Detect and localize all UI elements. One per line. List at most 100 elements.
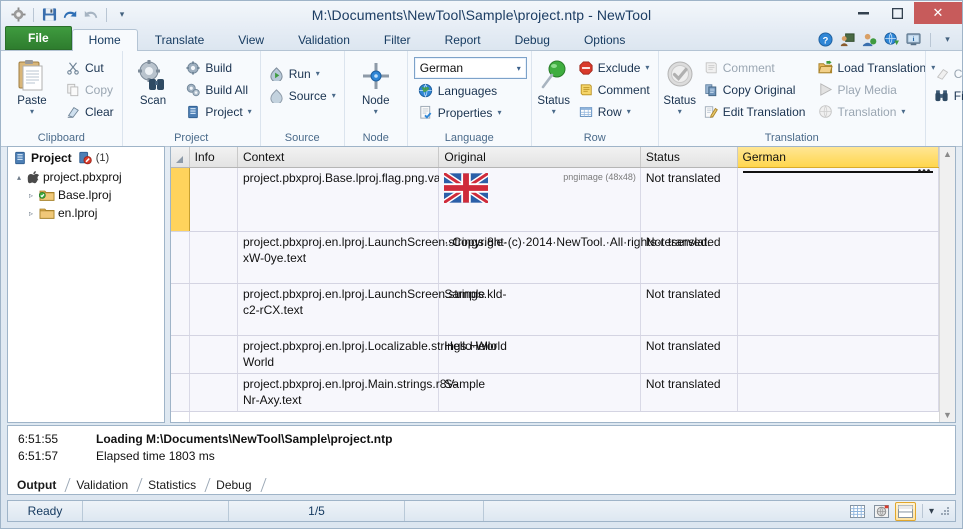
- cell-status[interactable]: Not translated: [640, 231, 738, 284]
- tab-report[interactable]: Report: [428, 29, 498, 51]
- translation-editor[interactable]: •••: [742, 166, 933, 177]
- cell-original[interactable]: Hello·World: [438, 335, 641, 374]
- tab-validation[interactable]: Validation: [281, 29, 367, 51]
- row-selector[interactable]: [171, 283, 190, 336]
- save-icon[interactable]: [40, 6, 58, 24]
- node-button[interactable]: Node ▾: [349, 56, 403, 116]
- presenter-icon[interactable]: [839, 31, 856, 48]
- close-button[interactable]: ✕: [914, 2, 962, 24]
- tree-node-base-lproj[interactable]: ▹ Base.lproj: [8, 186, 164, 204]
- language-combo[interactable]: German ▾: [413, 57, 527, 79]
- tab-validation-output[interactable]: Validation: [66, 476, 143, 495]
- row-status-caret-icon[interactable]: ▾: [552, 108, 556, 116]
- clear-button[interactable]: Clear: [61, 101, 118, 122]
- grid-vertical-scrollbar[interactable]: ▲ ▼: [939, 147, 955, 422]
- cell-context[interactable]: project.pbxproj.en.lproj.Main.strings.r8…: [237, 373, 458, 412]
- web-view-icon[interactable]: [871, 502, 892, 521]
- cell-context[interactable]: project.pbxproj.Base.lproj.flag.png.valu…: [237, 167, 456, 232]
- table-row[interactable]: project.pbxproj.en.lproj.LaunchScreen.st…: [171, 231, 939, 284]
- maximize-button[interactable]: [880, 2, 914, 24]
- table-row[interactable]: project.pbxproj.Base.lproj.flag.png.valu…: [171, 166, 939, 232]
- undo-icon[interactable]: [61, 6, 79, 24]
- split-view-icon[interactable]: [894, 501, 916, 521]
- cell-info[interactable]: [189, 231, 238, 284]
- cell-context[interactable]: project.pbxproj.en.lproj.LaunchScreen.st…: [237, 283, 506, 336]
- load-translation-button[interactable]: Load Translation ▾: [813, 57, 939, 78]
- expander-icon[interactable]: ▴: [14, 173, 24, 182]
- tab-debug[interactable]: Debug: [498, 29, 567, 51]
- tab-file[interactable]: File: [5, 26, 72, 50]
- tab-translate[interactable]: Translate: [138, 29, 222, 51]
- status-overflow-icon[interactable]: ▾: [929, 506, 934, 517]
- expander-icon[interactable]: ▹: [26, 209, 36, 218]
- play-media-button[interactable]: Play Media: [813, 79, 939, 100]
- cell-status[interactable]: Not translated: [640, 335, 738, 374]
- cell-info[interactable]: [189, 283, 238, 336]
- globe-download-icon[interactable]: [883, 31, 900, 48]
- properties-button[interactable]: Properties ▾: [414, 102, 527, 123]
- more-options-icon[interactable]: ▾: [939, 31, 956, 48]
- cell-original[interactable]: pngimage (48x48): [438, 167, 641, 232]
- clear-statuses-button[interactable]: Clear statuses ▾: [930, 63, 963, 84]
- cell-context[interactable]: project.pbxproj.en.lproj.LaunchScreen.st…: [237, 231, 507, 284]
- tab-home[interactable]: Home: [71, 29, 138, 51]
- node-caret-icon[interactable]: ▾: [374, 108, 378, 116]
- column-header-german[interactable]: German: [737, 147, 939, 168]
- table-row[interactable]: project.pbxproj.en.lproj.LaunchScreen.st…: [171, 283, 939, 336]
- languages-button[interactable]: Languages: [414, 80, 527, 101]
- tab-options[interactable]: Options: [567, 29, 642, 51]
- minimize-button[interactable]: [846, 2, 880, 24]
- cell-translation[interactable]: •••: [737, 166, 939, 232]
- cell-translation[interactable]: [737, 231, 939, 284]
- resize-grip[interactable]: [939, 505, 951, 517]
- row-selector[interactable]: [171, 373, 190, 412]
- grid-select-all-corner[interactable]: [171, 147, 190, 168]
- properties-caret-icon[interactable]: ▾: [497, 108, 501, 117]
- source-caret-icon[interactable]: ▾: [332, 91, 336, 100]
- expander-icon[interactable]: ▹: [26, 191, 36, 200]
- find-replace-button[interactable]: Find & Replace ▾: [930, 85, 963, 106]
- table-row[interactable]: project.pbxproj.en.lproj.Localizable.str…: [171, 335, 939, 374]
- cell-status[interactable]: Not translated: [640, 373, 738, 412]
- tab-view[interactable]: View: [221, 29, 281, 51]
- cell-translation[interactable]: [737, 335, 939, 374]
- tab-output[interactable]: Output: [7, 476, 71, 495]
- tab-debug-output[interactable]: Debug: [206, 476, 267, 495]
- cell-translation[interactable]: [737, 373, 939, 412]
- paste-button[interactable]: Paste ▾: [5, 56, 59, 116]
- cell-info[interactable]: [189, 335, 238, 374]
- cell-status[interactable]: Not translated: [640, 283, 738, 336]
- gear-icon[interactable]: [9, 6, 27, 24]
- exclude-button[interactable]: Exclude ▾: [574, 57, 654, 78]
- translation-status-caret-icon[interactable]: ▾: [678, 108, 682, 116]
- scroll-up-icon[interactable]: ▲: [943, 149, 952, 159]
- cell-info[interactable]: [189, 373, 238, 412]
- column-header-status[interactable]: Status: [640, 147, 738, 168]
- row-selector[interactable]: [171, 335, 190, 374]
- cell-status[interactable]: Not translated: [640, 167, 738, 232]
- exclude-caret-icon[interactable]: ▾: [645, 63, 649, 72]
- monitor-info-icon[interactable]: i: [905, 31, 922, 48]
- column-header-info[interactable]: Info: [189, 147, 238, 168]
- scroll-down-icon[interactable]: ▼: [943, 410, 952, 420]
- run-button[interactable]: Run ▾: [265, 63, 340, 84]
- cell-translation[interactable]: [737, 283, 939, 336]
- tab-statistics[interactable]: Statistics: [138, 476, 211, 495]
- row-selector[interactable]: [171, 167, 190, 232]
- cell-original[interactable]: Sample: [438, 373, 641, 412]
- translation-status-button[interactable]: Status ▾: [663, 56, 697, 116]
- tree-node-project-pbxproj[interactable]: ▴ project.pbxproj: [8, 168, 164, 186]
- row-button[interactable]: Row ▾: [574, 101, 654, 122]
- tree-node-en-lproj[interactable]: ▹ en.lproj: [8, 204, 164, 222]
- translation-comment-button[interactable]: Comment: [699, 57, 810, 78]
- source-button[interactable]: Source ▾: [265, 85, 340, 106]
- customize-qat-icon[interactable]: ▾: [113, 6, 131, 24]
- help-icon[interactable]: ?: [817, 31, 834, 48]
- cell-original[interactable]: Sample: [438, 283, 641, 336]
- copy-button[interactable]: Copy: [61, 79, 118, 100]
- copy-original-button[interactable]: Copy Original: [699, 79, 810, 100]
- table-row[interactable]: project.pbxproj.en.lproj.Main.strings.r8…: [171, 373, 939, 412]
- build-button[interactable]: Build: [181, 57, 255, 78]
- users-icon[interactable]: [861, 31, 878, 48]
- column-header-context[interactable]: Context: [237, 147, 440, 168]
